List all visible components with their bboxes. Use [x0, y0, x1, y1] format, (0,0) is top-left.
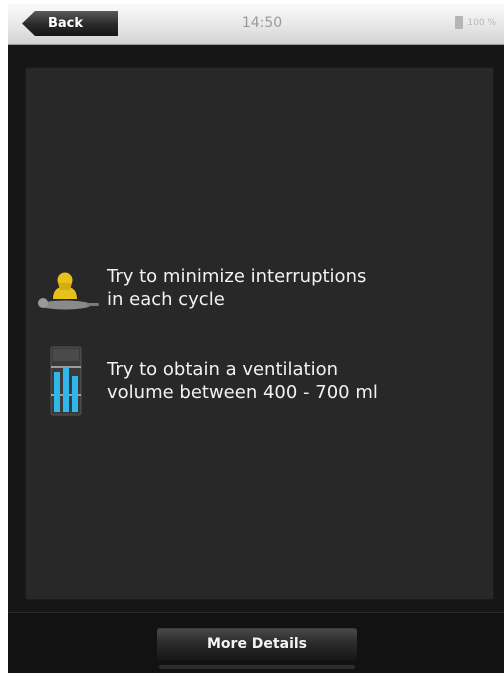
- tip-text-ventilation: Try to obtain a ventilation volume betwe…: [107, 359, 378, 403]
- battery-indicator: 100 %: [455, 16, 496, 29]
- tips-panel: Try to minimize interruptions in each cy…: [25, 67, 494, 600]
- clock: 14:50: [241, 15, 283, 31]
- device-screen: Back 14:50 100 % Try to minimize interru…: [8, 4, 504, 673]
- button-divider: [159, 665, 355, 669]
- ventilation-volume-icon: [50, 346, 82, 416]
- tip-row-interruptions: Try to minimize interruptions in each cy…: [25, 263, 366, 313]
- more-details-button[interactable]: More Details: [157, 628, 357, 660]
- hands-on-chest-icon: [38, 272, 99, 310]
- battery-level: 100 %: [467, 17, 496, 28]
- tip-row-ventilation: Try to obtain a ventilation volume betwe…: [25, 345, 378, 417]
- battery-icon: [455, 16, 464, 29]
- bottom-bar: More Details: [8, 612, 504, 673]
- tip-text-interruptions: Try to minimize interruptions in each cy…: [107, 266, 367, 310]
- status-bar: Back 14:50 100 %: [8, 4, 504, 45]
